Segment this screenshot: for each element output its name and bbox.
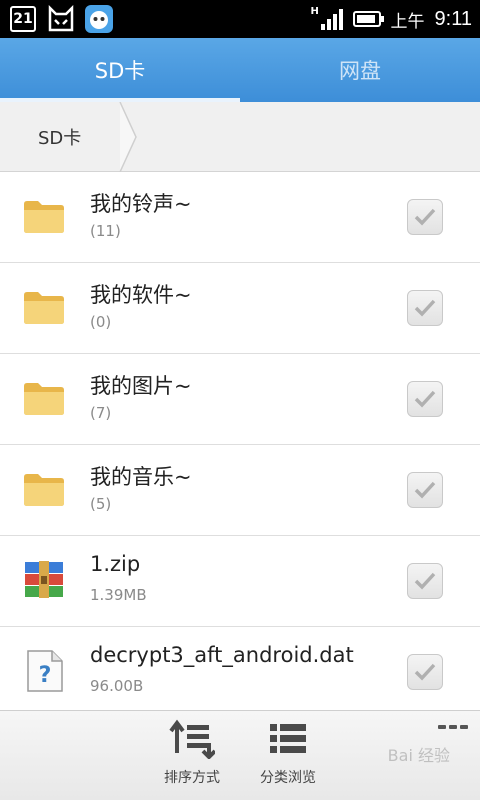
file-row[interactable]: ? decrypt3_aft_android.dat 96.00B [0, 627, 480, 718]
file-name: 1.zip [90, 552, 141, 576]
tab-cloud-disk[interactable]: 网盘 [240, 38, 480, 102]
file-row[interactable]: 我的铃声~ (11) [0, 172, 480, 263]
breadcrumb-item-sd-card[interactable]: SD卡 [0, 102, 81, 172]
svg-text:?: ? [39, 663, 52, 688]
sort-icon [169, 719, 215, 759]
file-row[interactable]: 我的图片~ (7) [0, 354, 480, 445]
sort-label: 排序方式 [164, 770, 220, 786]
ampm-label: 上午 [390, 11, 425, 32]
signal-icon: H [310, 6, 343, 30]
file-detail: (0) [90, 313, 112, 331]
folder-icon [22, 285, 66, 329]
battery-icon [352, 11, 384, 27]
file-row[interactable]: 我的软件~ (0) [0, 263, 480, 354]
category-browse-button[interactable]: 分类浏览 [243, 719, 333, 787]
select-checkbox[interactable] [407, 381, 443, 417]
select-checkbox[interactable] [407, 563, 443, 599]
file-row[interactable]: 我的音乐~ (5) [0, 445, 480, 536]
file-detail: (7) [90, 404, 112, 422]
tab-bar: SD卡 网盘 [0, 38, 480, 102]
checkmark-icon [414, 481, 436, 499]
unknown-file-icon: ? [22, 649, 66, 693]
file-list: 我的铃声~ (11) 我的软件~ (0) 我的图片~ (7) 我的音乐~ (5) 1.zip 1.… [0, 172, 480, 718]
file-detail: 96.00B [90, 677, 144, 695]
file-name: 我的图片~ [90, 374, 192, 398]
more-menu-icon[interactable] [438, 725, 468, 729]
network-type: H [310, 6, 319, 17]
select-checkbox[interactable] [407, 199, 443, 235]
clock: 9:11 [434, 7, 472, 30]
status-bar: 21 H 上午 9:11 [0, 0, 480, 38]
list-icon [270, 724, 306, 753]
sort-button[interactable]: 排序方式 [147, 719, 237, 787]
notification-app-icon [84, 4, 114, 34]
folder-icon [22, 376, 66, 420]
category-label: 分类浏览 [260, 770, 316, 786]
file-detail: (11) [90, 222, 121, 240]
file-name: 我的铃声~ [90, 192, 192, 216]
watermark: Bai 经验 [387, 746, 450, 765]
cat-app-icon [46, 4, 76, 34]
calendar-icon: 21 [8, 4, 38, 34]
file-detail: 1.39MB [90, 586, 147, 604]
calendar-day: 21 [10, 6, 36, 32]
select-checkbox[interactable] [407, 654, 443, 690]
breadcrumb: SD卡 [0, 102, 480, 172]
checkmark-icon [414, 299, 436, 317]
select-checkbox[interactable] [407, 290, 443, 326]
breadcrumb-chevron-icon [119, 102, 137, 172]
checkmark-icon [414, 208, 436, 226]
file-detail: (5) [90, 495, 112, 513]
archive-icon [22, 558, 66, 602]
file-row[interactable]: 1.zip 1.39MB [0, 536, 480, 627]
folder-icon [22, 467, 66, 511]
folder-icon [22, 194, 66, 238]
file-name: decrypt3_aft_android.dat [90, 643, 354, 667]
tab-sd-card[interactable]: SD卡 [0, 38, 240, 102]
checkmark-icon [414, 663, 436, 681]
file-name: 我的软件~ [90, 283, 192, 307]
select-checkbox[interactable] [407, 472, 443, 508]
checkmark-icon [414, 390, 436, 408]
checkmark-icon [414, 572, 436, 590]
file-name: 我的音乐~ [90, 465, 192, 489]
